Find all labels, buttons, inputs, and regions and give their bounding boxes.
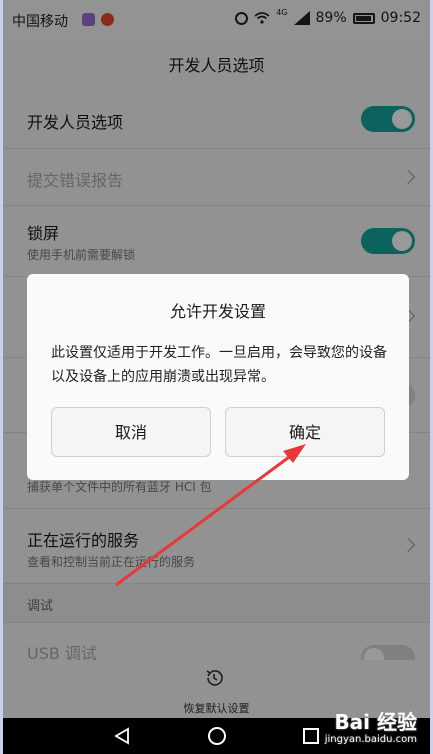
dialog-message: 此设置仅适用于开发工作。一旦启用，会导致您的设备以及设备上的应用崩溃或出现异常。: [51, 345, 387, 385]
cancel-button[interactable]: 取消: [51, 407, 211, 457]
home-icon[interactable]: [208, 727, 226, 745]
watermark-logo: Bai 经验: [334, 710, 417, 734]
watermark-url: jingyan.baidu.com: [324, 734, 417, 745]
baidu-watermark: Bai 经验 jingyan.baidu.com: [305, 706, 425, 752]
ok-button[interactable]: 确定: [225, 407, 385, 457]
screen: 中国移动 4G 89% 09:52 开发人员选项 开发人员选项 提交错误报告 锁…: [0, 0, 433, 754]
confirm-dialog: 允许开发设置 此设置仅适用于开发工作。一旦启用，会导致您的设备以及设备上的应用崩…: [27, 274, 409, 480]
back-icon[interactable]: [113, 727, 131, 745]
frame-edge-left: [0, 0, 3, 754]
dialog-title: 允许开发设置: [169, 302, 266, 321]
